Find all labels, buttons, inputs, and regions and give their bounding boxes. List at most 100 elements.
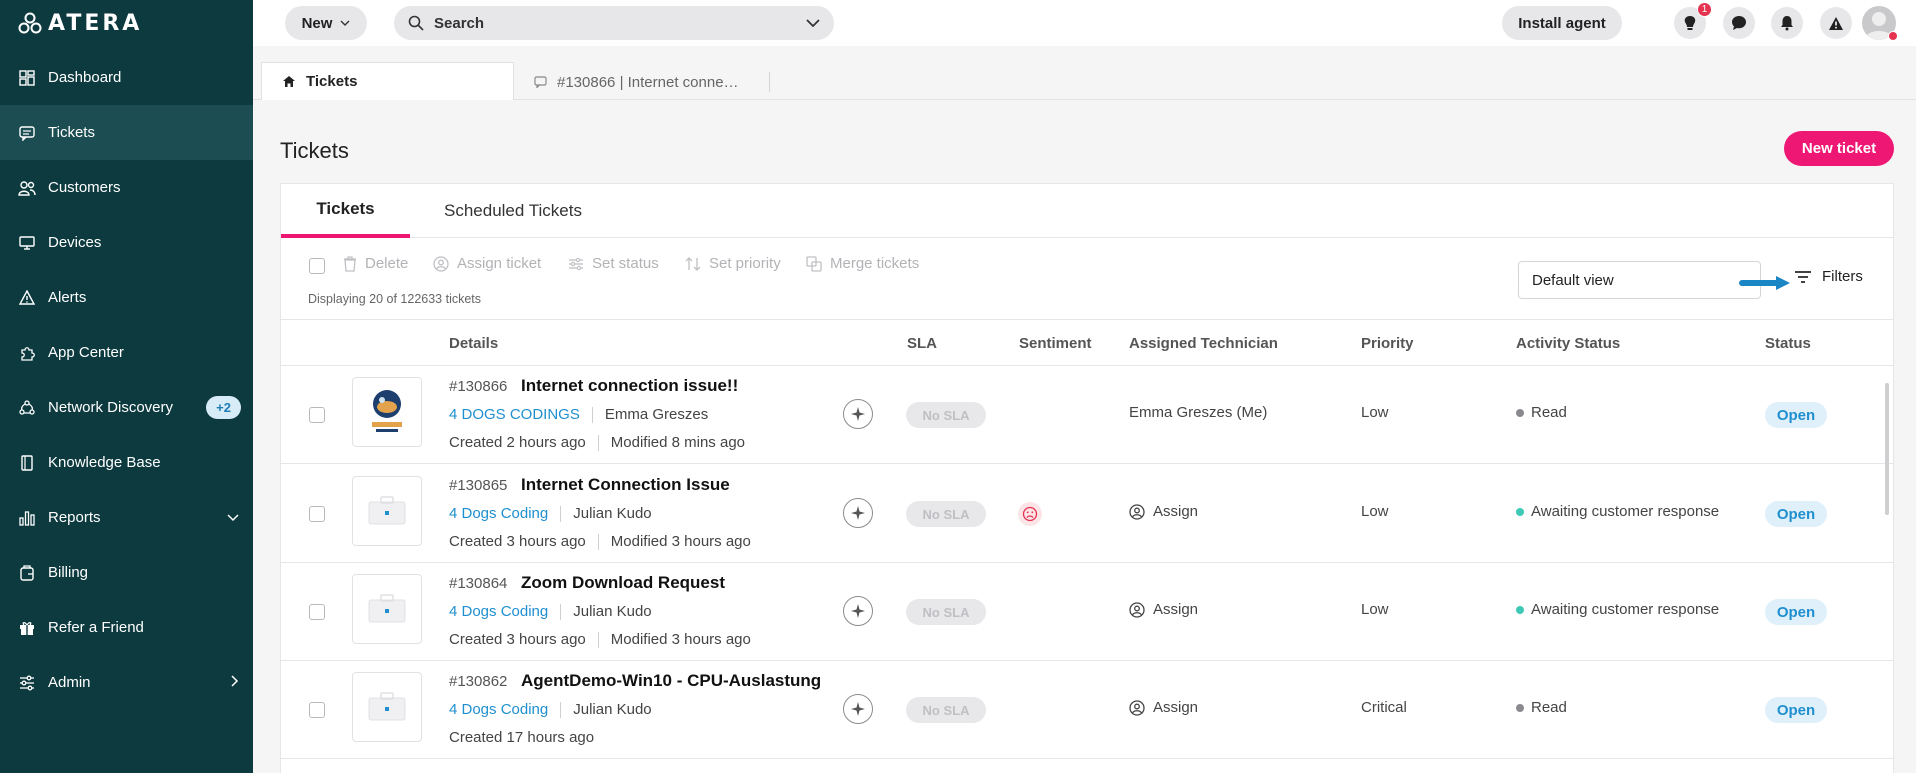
sidebar-item-customers[interactable]: Customers bbox=[0, 160, 253, 215]
ai-summary-button[interactable] bbox=[843, 694, 873, 724]
assigned-technician[interactable]: Emma Greszes (Me) bbox=[1129, 404, 1267, 421]
ticket-icon bbox=[534, 76, 547, 88]
customer-logo bbox=[352, 672, 422, 742]
chevron-down-icon[interactable] bbox=[806, 19, 820, 27]
row-checkbox[interactable] bbox=[309, 702, 325, 718]
ai-summary-button[interactable] bbox=[843, 596, 873, 626]
table-row[interactable]: #130864 Zoom Download Request 4 Dogs Cod… bbox=[281, 563, 1893, 661]
tab-tickets[interactable]: Tickets bbox=[281, 184, 410, 238]
table-row[interactable]: #130865 Internet Connection Issue 4 Dogs… bbox=[281, 465, 1893, 563]
ticket-timestamps: Created 3 hours ago Modified 3 hours ago bbox=[449, 631, 751, 648]
status-badge[interactable]: Open bbox=[1765, 501, 1827, 527]
sidebar-item-alerts[interactable]: Alerts bbox=[0, 270, 253, 325]
divider bbox=[560, 505, 562, 522]
delete-label: Delete bbox=[365, 255, 409, 272]
column-technician[interactable]: Assigned Technician bbox=[1129, 335, 1278, 352]
notifications-button[interactable] bbox=[1771, 7, 1803, 39]
sad-face-icon bbox=[1018, 502, 1042, 526]
briefcase-icon bbox=[368, 692, 406, 721]
atera-logo[interactable]: ATERA bbox=[18, 11, 142, 36]
search-bar[interactable] bbox=[394, 6, 834, 40]
chevron-down-icon[interactable] bbox=[227, 511, 239, 525]
assign-technician-button[interactable]: Assign bbox=[1129, 601, 1198, 618]
select-all-checkbox[interactable] bbox=[309, 258, 325, 274]
chevron-down-icon bbox=[340, 20, 350, 26]
assign-technician-button[interactable]: Assign bbox=[1129, 503, 1198, 520]
merge-tickets-button[interactable]: Merge tickets bbox=[806, 255, 919, 272]
sidebar-item-network-discovery[interactable]: Network Discovery +2 bbox=[0, 380, 253, 435]
alert-icon bbox=[18, 289, 36, 307]
column-sentiment[interactable]: Sentiment bbox=[1019, 335, 1092, 352]
sidebar-item-label: Billing bbox=[48, 564, 89, 581]
assign-ticket-button[interactable]: Assign ticket bbox=[433, 255, 541, 272]
sidebar-item-label: App Center bbox=[48, 344, 124, 361]
divider bbox=[597, 533, 599, 550]
assign-label: Assign ticket bbox=[457, 255, 542, 272]
sidebar-nav: Dashboard Tickets Customers Devices Aler… bbox=[0, 50, 253, 710]
column-sla[interactable]: SLA bbox=[907, 335, 937, 352]
ideas-button[interactable]: 1 bbox=[1674, 2, 1712, 39]
sidebar-item-knowledge-base[interactable]: Knowledge Base bbox=[0, 435, 253, 490]
sidebar-item-app-center[interactable]: App Center bbox=[0, 325, 253, 380]
sidebar-item-label: Admin bbox=[48, 674, 91, 691]
ticket-timestamps: Created 2 hours ago Modified 8 mins ago bbox=[449, 434, 745, 451]
sidebar-item-reports[interactable]: Reports bbox=[0, 490, 253, 545]
contact-name: Julian Kudo bbox=[573, 505, 652, 522]
ai-summary-button[interactable] bbox=[843, 399, 873, 429]
table-row[interactable]: #130862 AgentDemo-Win10 - CPU-Auslastung… bbox=[281, 661, 1893, 759]
status-badge[interactable]: Open bbox=[1765, 402, 1827, 428]
customer-link[interactable]: 4 Dogs Coding bbox=[449, 603, 548, 620]
sidebar-item-dashboard[interactable]: Dashboard bbox=[0, 50, 253, 105]
tab-scheduled-tickets[interactable]: Scheduled Tickets bbox=[444, 184, 582, 238]
chat-button[interactable] bbox=[1723, 7, 1755, 39]
search-input[interactable] bbox=[434, 14, 806, 32]
column-activity-status[interactable]: Activity Status bbox=[1516, 335, 1620, 352]
tab-ticket-130866[interactable]: #130866 | Internet conne… bbox=[514, 72, 770, 92]
customer-link[interactable]: 4 Dogs Coding bbox=[449, 505, 548, 522]
devices-icon bbox=[18, 234, 36, 252]
alerts-button[interactable] bbox=[1820, 7, 1852, 39]
row-checkbox[interactable] bbox=[309, 506, 325, 522]
sidebar-item-tickets[interactable]: Tickets bbox=[0, 105, 253, 160]
column-priority[interactable]: Priority bbox=[1361, 335, 1414, 352]
column-status[interactable]: Status bbox=[1765, 335, 1811, 352]
ai-summary-button[interactable] bbox=[843, 498, 873, 528]
set-priority-label: Set priority bbox=[709, 255, 781, 272]
sidebar-item-label: Customers bbox=[48, 179, 121, 196]
status-badge[interactable]: Open bbox=[1765, 599, 1827, 625]
filters-button[interactable]: Filters bbox=[1794, 268, 1863, 285]
view-select[interactable]: Default view bbox=[1518, 261, 1761, 299]
set-status-button[interactable]: Set status bbox=[568, 255, 659, 272]
status-badge[interactable]: Open bbox=[1765, 697, 1827, 723]
assign-technician-button[interactable]: Assign bbox=[1129, 699, 1198, 716]
row-checkbox[interactable] bbox=[309, 604, 325, 620]
sliders-icon bbox=[18, 674, 36, 692]
sla-badge: No SLA bbox=[906, 697, 986, 723]
sidebar-item-refer-a-friend[interactable]: Refer a Friend bbox=[0, 600, 253, 655]
sort-icon bbox=[685, 256, 701, 271]
new-button[interactable]: New bbox=[285, 6, 367, 40]
sparkle-icon bbox=[851, 407, 865, 421]
set-priority-button[interactable]: Set priority bbox=[685, 255, 781, 272]
ticket-customer-line: 4 DOGS CODINGS Emma Greszes bbox=[449, 406, 708, 423]
sparkle-icon bbox=[851, 702, 865, 716]
row-checkbox[interactable] bbox=[309, 407, 325, 423]
sidebar-item-admin[interactable]: Admin bbox=[0, 655, 253, 710]
table-row[interactable]: #130866 Internet connection issue!! 4 DO… bbox=[281, 366, 1893, 464]
contact-name: Julian Kudo bbox=[573, 603, 652, 620]
table-scrollbar[interactable] bbox=[1885, 383, 1889, 515]
tab-tickets-home[interactable]: Tickets bbox=[261, 62, 514, 100]
ticket-title[interactable]: Internet connection issue!! bbox=[521, 376, 738, 396]
sidebar-item-billing[interactable]: Billing bbox=[0, 545, 253, 600]
customer-link[interactable]: 4 DOGS CODINGS bbox=[449, 406, 580, 423]
customer-link[interactable]: 4 Dogs Coding bbox=[449, 701, 548, 718]
chevron-right-icon[interactable] bbox=[231, 675, 239, 690]
ticket-title[interactable]: AgentDemo-Win10 - CPU-Auslastung bbox=[521, 671, 821, 691]
ticket-title[interactable]: Internet Connection Issue bbox=[521, 475, 730, 495]
ticket-title[interactable]: Zoom Download Request bbox=[521, 573, 725, 593]
column-details[interactable]: Details bbox=[449, 335, 498, 352]
install-agent-button[interactable]: Install agent bbox=[1502, 6, 1622, 40]
sidebar-item-devices[interactable]: Devices bbox=[0, 215, 253, 270]
new-ticket-button[interactable]: New ticket bbox=[1784, 131, 1894, 166]
delete-button[interactable]: Delete bbox=[343, 255, 408, 272]
